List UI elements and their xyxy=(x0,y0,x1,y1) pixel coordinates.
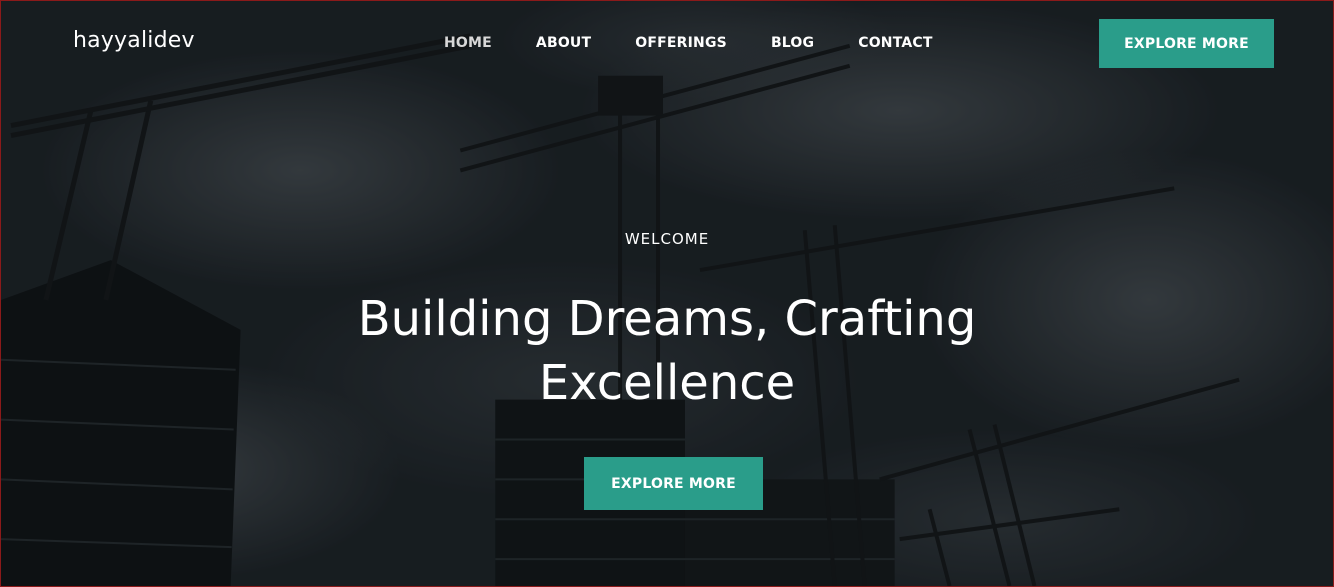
nav-item-blog[interactable]: BLOG xyxy=(771,35,814,51)
nav-item-offerings[interactable]: OFFERINGS xyxy=(635,35,727,51)
header-explore-more-label: EXPLORE MORE xyxy=(1124,35,1249,52)
site-logo[interactable]: hayyalidev xyxy=(73,28,195,53)
hero-headline-line-1: Building Dreams, Crafting xyxy=(357,291,977,347)
hero-explore-more-label: EXPLORE MORE xyxy=(611,475,736,492)
hero-explore-more-button[interactable]: EXPLORE MORE xyxy=(584,457,763,510)
nav-item-contact[interactable]: CONTACT xyxy=(858,35,932,51)
nav-item-about[interactable]: ABOUT xyxy=(536,35,591,51)
hero-eyebrow: WELCOME xyxy=(624,230,710,248)
hero-headline-line-2: Excellence xyxy=(538,355,796,411)
main-navigation: HOME ABOUT OFFERINGS BLOG CONTACT xyxy=(444,35,977,51)
hero-section: hayyalidev HOME ABOUT OFFERINGS BLOG CON… xyxy=(0,0,1334,587)
header-explore-more-button[interactable]: EXPLORE MORE xyxy=(1099,19,1274,68)
hero-headline: Building Dreams, Crafting Excellence xyxy=(1,287,1333,415)
nav-item-home[interactable]: HOME xyxy=(444,35,492,51)
